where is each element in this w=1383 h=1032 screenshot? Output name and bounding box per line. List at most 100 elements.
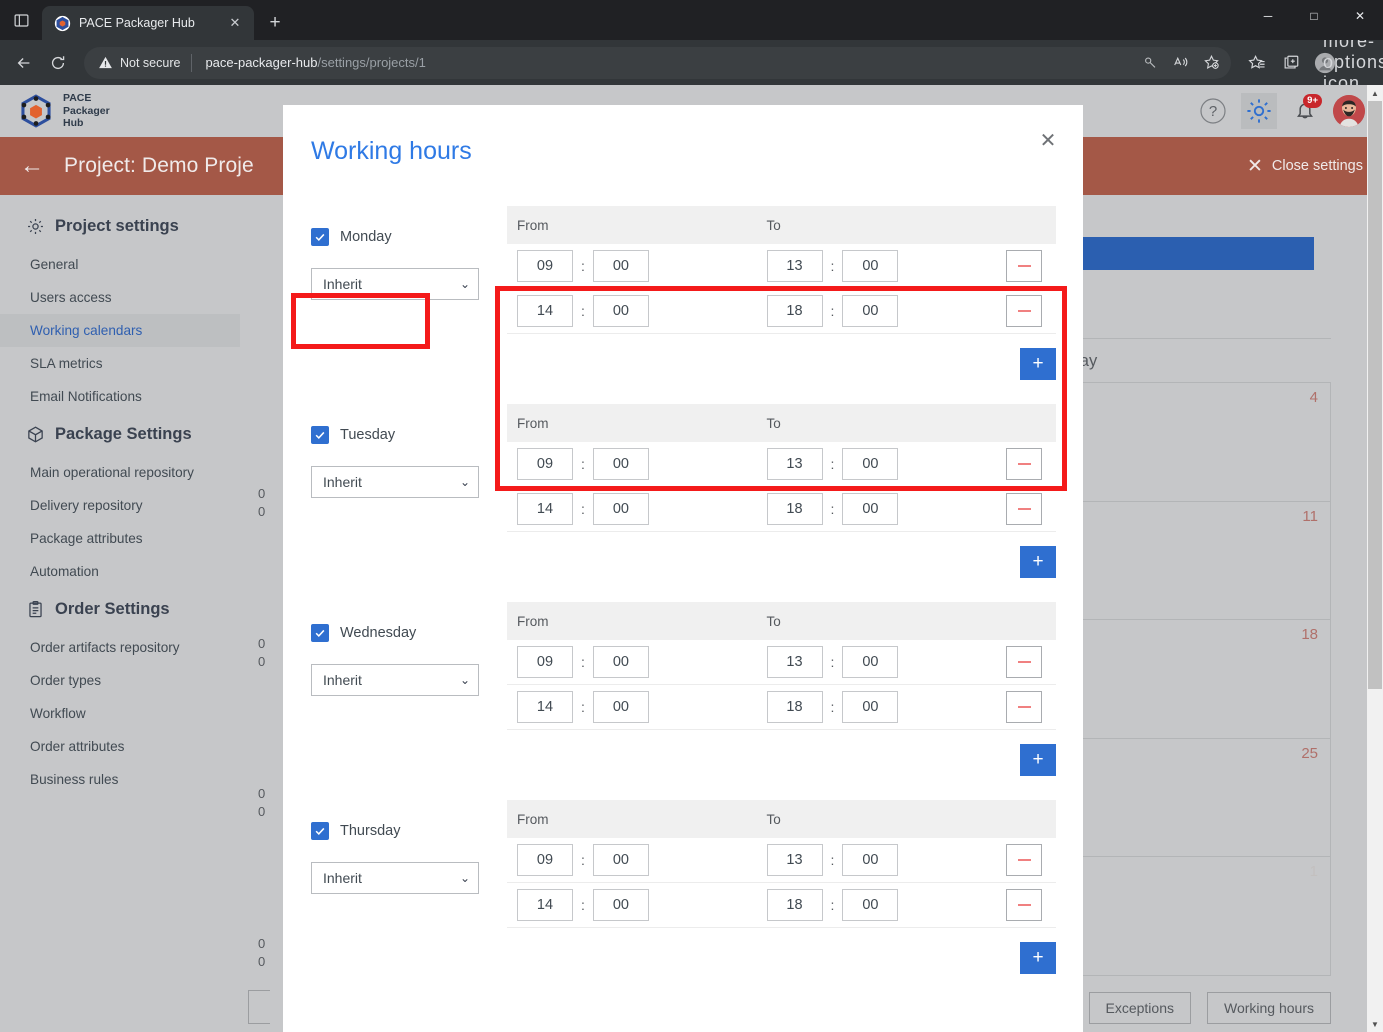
- sidebar-item-main-operational-repository[interactable]: Main operational repository: [0, 456, 240, 489]
- inherit-select-wednesday[interactable]: Inherit: [311, 664, 479, 696]
- to-hour-input[interactable]: 13: [766, 448, 823, 480]
- from-minute-input[interactable]: 00: [592, 844, 649, 876]
- to-hour-input[interactable]: 13: [766, 646, 823, 678]
- close-icon[interactable]: ✕: [1033, 125, 1063, 155]
- help-icon[interactable]: ?: [1195, 93, 1231, 129]
- from-hour-input[interactable]: 14: [517, 493, 573, 525]
- add-range-button[interactable]: +: [1020, 348, 1056, 380]
- back-arrow-icon[interactable]: ←: [20, 154, 44, 178]
- more-options-icon[interactable]: more-options-icon: [1323, 31, 1383, 93]
- remove-range-button[interactable]: [1006, 691, 1042, 723]
- to-hour-input[interactable]: 13: [766, 250, 823, 282]
- from-minute-input[interactable]: 00: [592, 691, 649, 723]
- to-hour-input[interactable]: 18: [766, 493, 823, 525]
- sidebar-item-order-artifacts-repository[interactable]: Order artifacts repository: [0, 631, 240, 664]
- reload-icon[interactable]: [42, 47, 74, 79]
- sidebar-item-order-types[interactable]: Order types: [0, 664, 240, 697]
- working-hours-button[interactable]: Working hours: [1206, 992, 1331, 1024]
- add-range-button[interactable]: +: [1020, 942, 1056, 974]
- tab-close-icon[interactable]: ✕: [224, 12, 246, 34]
- sidebar-item-package-attributes[interactable]: Package attributes: [0, 522, 240, 555]
- notifications-icon[interactable]: 9+: [1287, 93, 1323, 129]
- window-minimize-button[interactable]: ─: [1245, 0, 1291, 32]
- page-scrollbar[interactable]: ▲ ▼: [1367, 85, 1383, 1032]
- day-checkbox-row-monday[interactable]: Monday: [311, 222, 507, 252]
- app-logo[interactable]: PACE Packager Hub: [18, 92, 110, 129]
- to-minute-input[interactable]: 00: [842, 493, 899, 525]
- sidebar-item-automation[interactable]: Automation: [0, 555, 240, 588]
- window-close-button[interactable]: ✕: [1337, 0, 1383, 32]
- day-checkbox-row-tuesday[interactable]: Tuesday: [311, 420, 507, 450]
- remove-range-button[interactable]: [1006, 889, 1042, 921]
- to-minute-input[interactable]: 00: [842, 250, 899, 282]
- remove-range-button[interactable]: [1006, 493, 1042, 525]
- close-settings-button[interactable]: ✕ Close settings: [1247, 155, 1363, 178]
- checkbox-tuesday[interactable]: [311, 426, 329, 444]
- sidebar-item-working-calendars[interactable]: Working calendars: [0, 314, 240, 347]
- to-hour-input[interactable]: 13: [766, 844, 823, 876]
- from-minute-input[interactable]: 00: [592, 295, 649, 327]
- new-tab-button[interactable]: +: [260, 8, 290, 38]
- day-checkbox-row-wednesday[interactable]: Wednesday: [311, 618, 507, 648]
- sidebar-item-general[interactable]: General: [0, 248, 240, 281]
- remove-range-button[interactable]: [1006, 448, 1042, 480]
- from-minute-input[interactable]: 00: [592, 250, 649, 282]
- to-minute-input[interactable]: 00: [842, 646, 899, 678]
- to-hour-input[interactable]: 18: [766, 295, 823, 327]
- browser-tab[interactable]: PACE Packager Hub ✕: [42, 6, 254, 40]
- from-minute-input[interactable]: 00: [592, 889, 649, 921]
- to-minute-input[interactable]: 00: [842, 448, 899, 480]
- from-hour-input[interactable]: 09: [517, 646, 573, 678]
- exceptions-button[interactable]: Exceptions: [1088, 992, 1191, 1024]
- sidebar-item-users-access[interactable]: Users access: [0, 281, 240, 314]
- remove-range-button[interactable]: [1006, 295, 1042, 327]
- inherit-select-monday[interactable]: Inherit: [311, 268, 479, 300]
- checkbox-wednesday[interactable]: [311, 624, 329, 642]
- key-icon[interactable]: [1137, 49, 1165, 77]
- sidebar-item-order-attributes[interactable]: Order attributes: [0, 730, 240, 763]
- add-range-button[interactable]: +: [1020, 744, 1056, 776]
- sidebar-item-sla-metrics[interactable]: SLA metrics: [0, 347, 240, 380]
- read-aloud-icon[interactable]: [1167, 49, 1195, 77]
- from-hour-input[interactable]: 09: [517, 844, 573, 876]
- security-status[interactable]: Not secure: [98, 55, 191, 70]
- inherit-select-thursday[interactable]: Inherit: [311, 862, 479, 894]
- from-minute-input[interactable]: 00: [592, 448, 649, 480]
- add-favorite-icon[interactable]: [1197, 49, 1225, 77]
- inherit-select-tuesday[interactable]: Inherit: [311, 466, 479, 498]
- from-minute-input[interactable]: 00: [592, 646, 649, 678]
- remove-range-button[interactable]: [1006, 646, 1042, 678]
- sidebar-item-business-rules[interactable]: Business rules: [0, 763, 240, 796]
- sidebar-item-workflow[interactable]: Workflow: [0, 697, 240, 730]
- checkbox-thursday[interactable]: [311, 822, 329, 840]
- from-minute-input[interactable]: 00: [592, 493, 649, 525]
- window-maximize-button[interactable]: □: [1291, 0, 1337, 32]
- add-range-button[interactable]: +: [1020, 546, 1056, 578]
- address-bar[interactable]: Not secure pace-packager-hub/settings/pr…: [84, 46, 1231, 79]
- tab-search-icon[interactable]: [0, 0, 42, 40]
- to-minute-input[interactable]: 00: [842, 691, 899, 723]
- collections-icon[interactable]: [1275, 47, 1307, 79]
- remove-range-button[interactable]: [1006, 844, 1042, 876]
- to-minute-input[interactable]: 00: [842, 295, 899, 327]
- scroll-down-arrow-icon[interactable]: ▼: [1367, 1016, 1383, 1032]
- to-hour-input[interactable]: 18: [766, 889, 823, 921]
- avatar[interactable]: [1333, 95, 1365, 127]
- from-hour-input[interactable]: 09: [517, 448, 573, 480]
- from-hour-input[interactable]: 14: [517, 691, 573, 723]
- favorites-icon[interactable]: [1241, 47, 1273, 79]
- scrollbar-thumb[interactable]: [1368, 101, 1382, 689]
- from-hour-input[interactable]: 14: [517, 889, 573, 921]
- from-hour-input[interactable]: 14: [517, 295, 573, 327]
- sidebar-item-email-notifications[interactable]: Email Notifications: [0, 380, 240, 413]
- sidebar-item-delivery-repository[interactable]: Delivery repository: [0, 489, 240, 522]
- calendar-footer-partial-button[interactable]: [248, 990, 270, 1024]
- scroll-up-arrow-icon[interactable]: ▲: [1367, 85, 1383, 101]
- to-minute-input[interactable]: 00: [842, 889, 899, 921]
- back-arrow-icon[interactable]: [8, 47, 40, 79]
- to-hour-input[interactable]: 18: [766, 691, 823, 723]
- remove-range-button[interactable]: [1006, 250, 1042, 282]
- to-minute-input[interactable]: 00: [842, 844, 899, 876]
- from-hour-input[interactable]: 09: [517, 250, 573, 282]
- gear-icon[interactable]: [1241, 93, 1277, 129]
